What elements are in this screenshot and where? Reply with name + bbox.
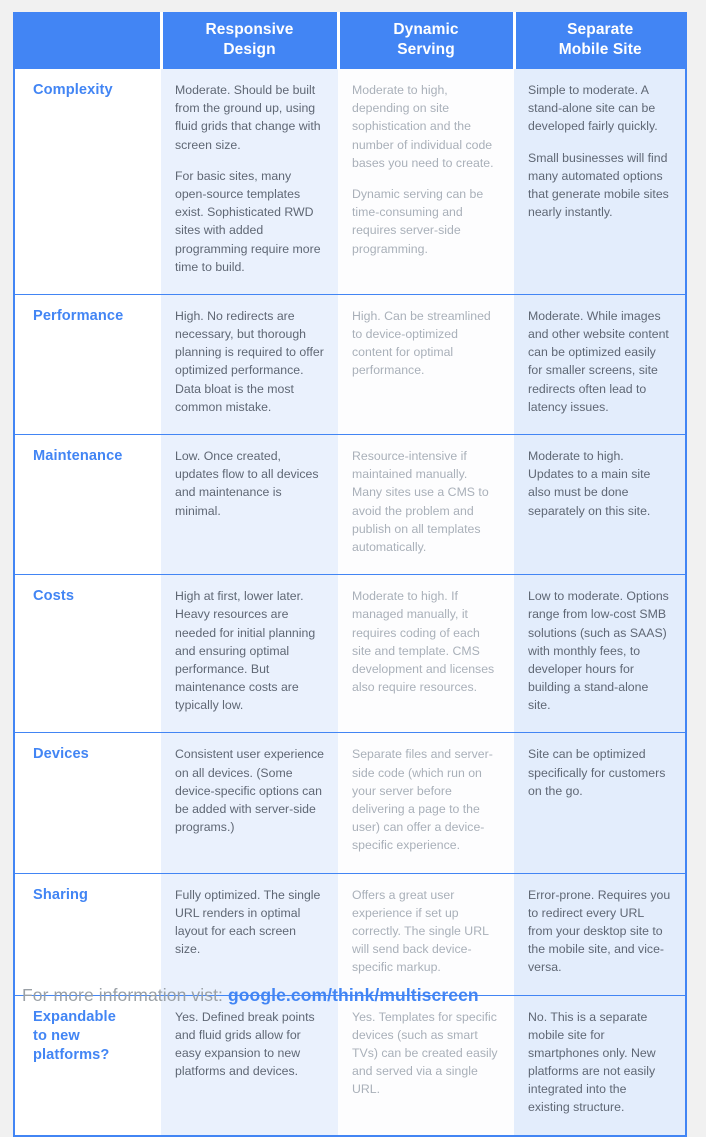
cell-performance-separate: Moderate. While images and other website… [514, 294, 685, 435]
row-label-line: Sharing [33, 886, 89, 903]
row-label-complexity: Complexity [15, 68, 161, 295]
cell-paragraph: High at first, lower later. Heavy resour… [175, 589, 316, 713]
table-row: Costs High at first, lower later. Heavy … [15, 574, 685, 733]
comparison-infographic-page: Responsive Design Dynamic Serving Separa… [0, 0, 706, 1137]
cell-paragraph: Resource-intensive if maintained manuall… [352, 449, 489, 554]
row-label-line: Costs [33, 588, 75, 605]
cell-expandable-separate: No. This is a separate mobile site for s… [514, 995, 685, 1135]
column-header-separate-mobile-site: Separate Mobile Site [514, 12, 685, 68]
table-row: Performance High. No redirects are neces… [15, 294, 685, 435]
row-label-maintenance: Maintenance [15, 434, 161, 575]
column-header-line-2: Design [223, 40, 276, 58]
column-header-line-1: Separate [567, 20, 634, 38]
cell-complexity-dynamic: Moderate to high, depending on site soph… [338, 68, 514, 295]
column-header-blank [15, 12, 163, 68]
cell-costs-responsive: High at first, lower later. Heavy resour… [161, 574, 338, 733]
row-label-line: Maintenance [33, 448, 123, 464]
cell-costs-separate: Low to moderate. Options range from low-… [514, 574, 685, 733]
cell-paragraph: Separate files and server-side code (whi… [352, 747, 493, 853]
cell-paragraph: Yes. Defined break points and fluid grid… [175, 1009, 315, 1079]
cell-devices-responsive: Consistent user experience on all device… [161, 732, 338, 874]
footer-prefix-text: For more information vist: [22, 985, 228, 1005]
cell-maintenance-responsive: Low. Once created, updates flow to all d… [161, 434, 338, 575]
footer-url-link[interactable]: google.com/think/multiscreen [228, 985, 479, 1005]
footer-note: For more information vist: google.com/th… [22, 985, 479, 1006]
table-body: Complexity Moderate. Should be built fro… [15, 68, 685, 1135]
row-label-line: Complexity [33, 82, 113, 98]
table-row: Maintenance Low. Once created, updates f… [15, 434, 685, 575]
cell-performance-responsive: High. No redirects are necessary, but th… [161, 294, 338, 435]
cell-maintenance-separate: Moderate to high. Updates to a main site… [514, 434, 685, 575]
cell-paragraph: Dynamic serving can be time-consuming an… [352, 186, 484, 256]
row-label-sharing: Sharing [15, 873, 161, 995]
cell-paragraph: Site can be optimized specifically for c… [528, 747, 666, 798]
cell-expandable-responsive: Yes. Defined break points and fluid grid… [161, 995, 338, 1135]
row-label-expandable-to-new-platforms: Expandable to new platforms? [15, 995, 161, 1135]
cell-sharing-separate: Error-prone. Requires you to redirect ev… [514, 873, 685, 995]
row-label-line: Devices [33, 746, 89, 763]
cell-paragraph: Consistent user experience on all device… [175, 747, 325, 835]
cell-paragraph: Fully optimized. The single URL renders … [175, 887, 321, 957]
row-label-costs: Costs [15, 574, 161, 733]
cell-paragraph: High. No redirects are necessary, but th… [175, 308, 324, 414]
cell-paragraph: Error-prone. Requires you to redirect ev… [528, 887, 671, 975]
mobile-strategy-comparison-table: Responsive Design Dynamic Serving Separa… [15, 12, 685, 1135]
cell-maintenance-dynamic: Resource-intensive if maintained manuall… [338, 434, 514, 575]
comparison-table-container: Responsive Design Dynamic Serving Separa… [13, 12, 687, 1137]
cell-paragraph: Low to moderate. Options range from low-… [528, 589, 669, 713]
row-label-line: platforms? [33, 1047, 110, 1063]
table-header-row: Responsive Design Dynamic Serving Separa… [15, 12, 685, 68]
cell-paragraph: Moderate to high. Updates to a main site… [528, 449, 651, 518]
column-header-line-1: Responsive [205, 20, 294, 38]
row-label-devices: Devices [15, 732, 161, 874]
row-label-line: to new [33, 1027, 80, 1044]
cell-sharing-responsive: Fully optimized. The single URL renders … [161, 873, 338, 995]
cell-paragraph: High. Can be streamlined to device-optim… [352, 308, 491, 378]
cell-paragraph: Moderate to high, depending on site soph… [352, 83, 494, 170]
cell-performance-dynamic: High. Can be streamlined to device-optim… [338, 294, 514, 435]
table-header: Responsive Design Dynamic Serving Separa… [15, 12, 685, 68]
column-header-line-1: Dynamic [393, 20, 459, 38]
row-label-line: Performance [33, 307, 124, 324]
table-row: Expandable to new platforms? Yes. Define… [15, 995, 685, 1135]
cell-paragraph: Small businesses will find many automate… [528, 150, 669, 220]
column-header-dynamic-serving: Dynamic Serving [338, 12, 516, 68]
table-row: Sharing Fully optimized. The single URL … [15, 873, 685, 995]
cell-sharing-dynamic: Offers a great user experience if set up… [338, 873, 514, 995]
cell-devices-separate: Site can be optimized specifically for c… [514, 732, 685, 874]
column-header-responsive-design: Responsive Design [161, 12, 340, 68]
column-header-line-2: Serving [397, 40, 455, 58]
cell-paragraph: Yes. Templates for specific devices (suc… [352, 1009, 498, 1097]
cell-paragraph: Moderate. Should be built from the groun… [175, 83, 321, 152]
row-label-line: Expandable [33, 1008, 116, 1025]
cell-paragraph: Moderate. While images and other website… [528, 308, 669, 414]
cell-devices-dynamic: Separate files and server-side code (whi… [338, 732, 514, 874]
cell-paragraph: Low. Once created, updates flow to all d… [175, 449, 319, 518]
row-label-performance: Performance [15, 294, 161, 435]
cell-expandable-dynamic: Yes. Templates for specific devices (suc… [338, 995, 514, 1135]
cell-paragraph: Moderate to high. If managed manually, i… [352, 589, 495, 695]
cell-paragraph: Offers a great user experience if set up… [352, 887, 489, 975]
cell-paragraph: For basic sites, many open-source templa… [175, 168, 321, 274]
table-row: Devices Consistent user experience on al… [15, 732, 685, 874]
column-header-line-2: Mobile Site [558, 40, 642, 58]
cell-complexity-separate: Simple to moderate. A stand-alone site c… [514, 68, 685, 295]
table-row: Complexity Moderate. Should be built fro… [15, 68, 685, 295]
cell-costs-dynamic: Moderate to high. If managed manually, i… [338, 574, 514, 733]
cell-paragraph: Simple to moderate. A stand-alone site c… [528, 83, 658, 134]
cell-complexity-responsive: Moderate. Should be built from the groun… [161, 68, 338, 295]
